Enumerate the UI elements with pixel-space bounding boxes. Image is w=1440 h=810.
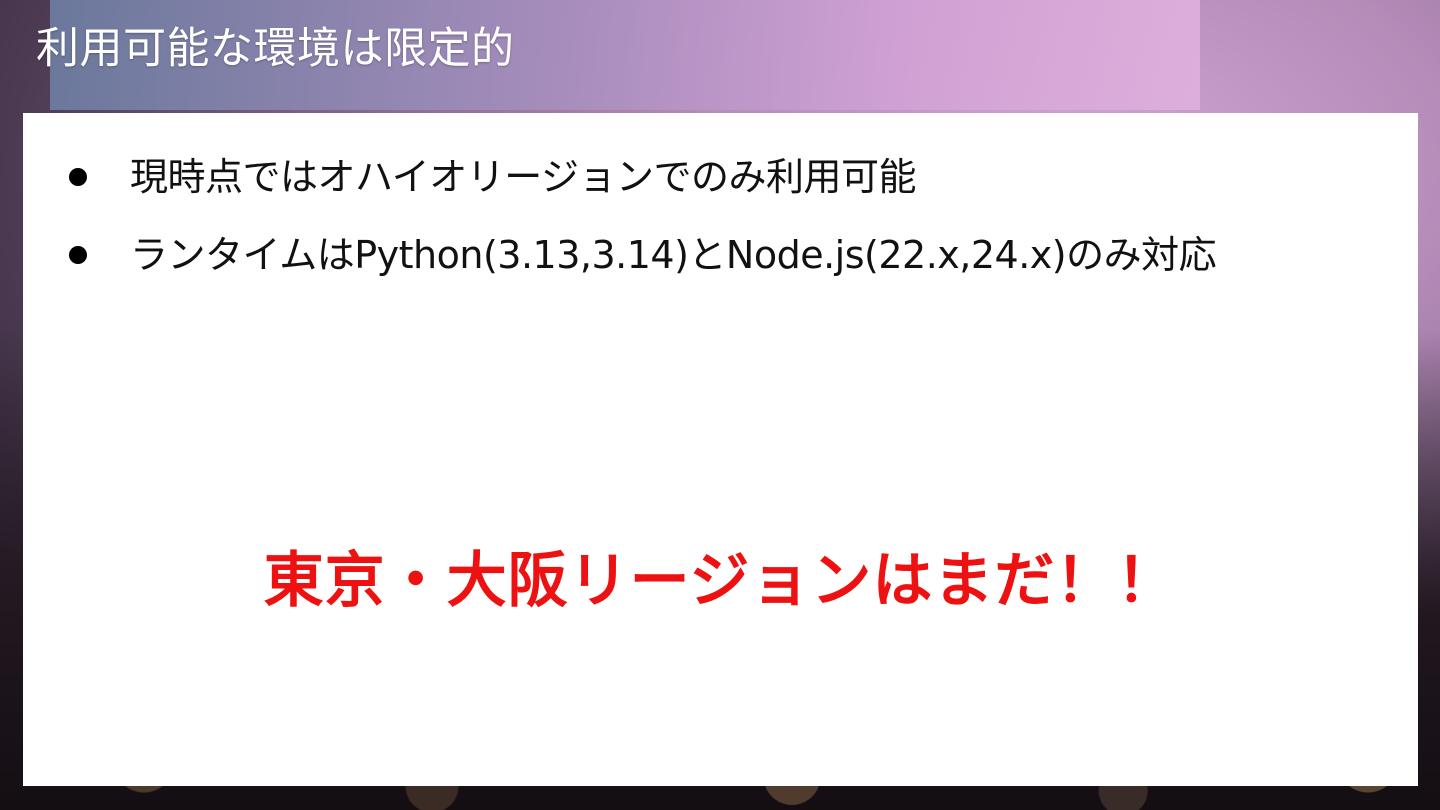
bullet-text: 現時点ではオハイオリージョンでのみ利用可能 bbox=[130, 155, 916, 199]
bullet-dot-icon bbox=[69, 168, 87, 186]
bullet-item: 現時点ではオハイオリージョンでのみ利用可能 bbox=[23, 146, 1418, 224]
slide-title: 利用可能な環境は限定的 bbox=[36, 24, 515, 74]
bullet-list: 現時点ではオハイオリージョンでのみ利用可能 ランタイムはPython(3.13,… bbox=[23, 146, 1418, 302]
highlight-callout: 東京・大阪リージョンはまだ！！ bbox=[263, 546, 1178, 616]
content-panel: 現時点ではオハイオリージョンでのみ利用可能 ランタイムはPython(3.13,… bbox=[23, 113, 1418, 786]
bullet-text: ランタイムはPython(3.13,3.14)とNode.js(22.x,24.… bbox=[130, 233, 1217, 277]
bullet-dot-icon bbox=[69, 246, 87, 264]
bullet-item: ランタイムはPython(3.13,3.14)とNode.js(22.x,24.… bbox=[23, 224, 1418, 302]
